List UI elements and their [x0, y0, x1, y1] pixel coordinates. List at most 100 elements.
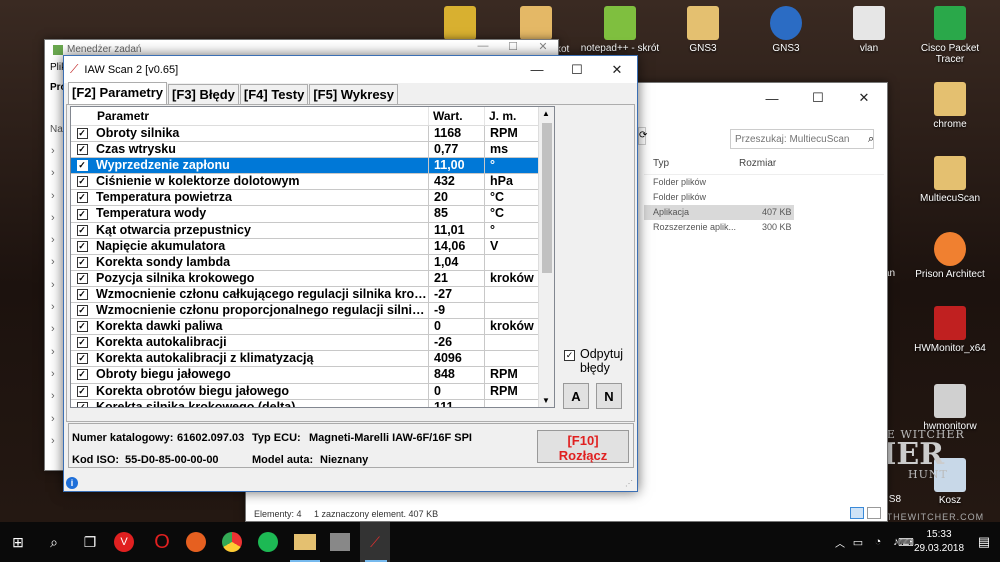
- n-button[interactable]: N: [596, 383, 622, 409]
- tab-bledy[interactable]: [F3] Błędy: [168, 84, 239, 104]
- table-row[interactable]: ✓ Wyprzedzenie zapłonu 11,00 °: [71, 158, 554, 175]
- checkbox-icon[interactable]: ✓: [76, 144, 88, 156]
- checkbox-icon[interactable]: ✓: [76, 128, 88, 140]
- col-jm[interactable]: J. m.: [485, 107, 540, 125]
- desktop-icon-2[interactable]: [496, 6, 576, 43]
- desktop-icon-packet-tracer[interactable]: Cisco Packet Tracer: [910, 6, 990, 65]
- row-checkbox[interactable]: ✓: [71, 335, 93, 350]
- checkbox-icon[interactable]: ✓: [76, 192, 88, 204]
- row-checkbox[interactable]: ✓: [71, 142, 93, 157]
- table-row[interactable]: ✓ Ciśnienie w kolektorze dolotowym 432 hPa: [71, 174, 554, 191]
- desktop-icon-1[interactable]: [420, 6, 500, 43]
- checkbox-icon[interactable]: ✓: [76, 176, 88, 188]
- checkbox-icon[interactable]: ✓: [76, 272, 88, 284]
- desktop-icon-notepadpp[interactable]: notepad++ - skrót: [580, 6, 660, 54]
- row-checkbox[interactable]: ✓: [71, 190, 93, 205]
- table-row[interactable]: ✓ Temperatura powietrza 20 °C: [71, 190, 554, 207]
- desktop-icon-hwmonitorw[interactable]: hwmonitorw: [910, 384, 990, 432]
- table-row[interactable]: ✓ Wzmocnienie członu proporcjonalnego reg…: [71, 303, 554, 320]
- checkbox-icon[interactable]: ✓: [76, 240, 88, 252]
- row-checkbox[interactable]: ✓: [71, 223, 93, 238]
- list-item[interactable]: Folder plików: [644, 175, 884, 190]
- disconnect-button[interactable]: [F10] Rozłącz: [537, 430, 629, 463]
- minimize-button[interactable]: —: [517, 56, 557, 83]
- row-checkbox[interactable]: ✓: [71, 351, 93, 366]
- row-checkbox[interactable]: ✓: [71, 158, 93, 173]
- scroll-up-icon[interactable]: ▲: [542, 109, 550, 118]
- checkbox-icon[interactable]: ✓: [76, 401, 88, 407]
- row-checkbox[interactable]: ✓: [71, 287, 93, 302]
- table-row[interactable]: ✓ Kąt otwarcia przepustnicy 11,01 °: [71, 222, 554, 239]
- col-type[interactable]: Typ: [653, 158, 669, 169]
- table-row[interactable]: ✓ Obroty silnika 1168 RPM: [71, 126, 554, 143]
- col-wart[interactable]: Wart.: [429, 107, 485, 125]
- table-row[interactable]: ✓ Napięcie akumulatora 14,06 V: [71, 238, 554, 255]
- close-button[interactable]: ✕: [597, 56, 637, 83]
- file-explorer-icon[interactable]: [294, 534, 316, 550]
- refresh-icon[interactable]: ⟳: [638, 127, 647, 145]
- table-row[interactable]: ✓ Korekta dawki paliwa 0 kroków: [71, 319, 554, 336]
- list-item[interactable]: Folder plików: [644, 190, 884, 205]
- tiles-view-icon[interactable]: [867, 507, 881, 519]
- row-checkbox[interactable]: ✓: [71, 367, 93, 382]
- row-checkbox[interactable]: ✓: [71, 239, 93, 254]
- a-button[interactable]: A: [563, 383, 589, 409]
- checkbox-icon[interactable]: ✓: [76, 385, 88, 397]
- row-checkbox[interactable]: ✓: [71, 400, 93, 407]
- firefox-icon[interactable]: [186, 532, 206, 552]
- desktop-icon-prison-architect[interactable]: Prison Architect: [910, 232, 990, 280]
- checkbox-icon[interactable]: ✓: [76, 369, 88, 381]
- chrome-icon[interactable]: [222, 532, 242, 552]
- row-checkbox[interactable]: ✓: [71, 126, 93, 141]
- maximize-button[interactable]: ☐: [795, 83, 841, 113]
- close-button[interactable]: ✕: [841, 83, 887, 113]
- clock[interactable]: 15:33 29.03.2018: [910, 528, 968, 556]
- list-item[interactable]: Rozszerzenie aplik... 300 KB: [644, 220, 884, 235]
- opera-icon[interactable]: O: [150, 530, 174, 554]
- vivaldi-icon[interactable]: V: [114, 532, 134, 552]
- row-checkbox[interactable]: ✓: [71, 271, 93, 286]
- search-icon[interactable]: ⌕: [42, 530, 66, 554]
- minimize-button[interactable]: —: [749, 83, 795, 113]
- checkbox-icon[interactable]: ✓: [76, 288, 88, 300]
- table-row[interactable]: ✓ Wzmocnienie członu całkującego regulacj…: [71, 286, 554, 304]
- checkbox-icon[interactable]: ✓: [76, 321, 88, 333]
- app-icon[interactable]: [330, 533, 350, 551]
- row-checkbox[interactable]: ✓: [71, 384, 93, 399]
- scroll-down-icon[interactable]: ▼: [542, 396, 550, 405]
- table-row[interactable]: ✓ Korekta sondy lambda 1,04: [71, 254, 554, 271]
- scrollbar-thumb[interactable]: [542, 123, 552, 273]
- col-size[interactable]: Rozmiar: [739, 158, 776, 169]
- table-row[interactable]: ✓ Korekta autokalibracji -26: [71, 335, 554, 352]
- checkbox-icon[interactable]: ✓: [76, 160, 88, 172]
- notification-icon[interactable]: ▤: [972, 530, 996, 554]
- row-checkbox[interactable]: ✓: [71, 174, 93, 189]
- checkbox-icon[interactable]: ✓: [76, 224, 88, 236]
- list-item[interactable]: Aplikacja 407 KB: [644, 205, 794, 220]
- odpytuj-checkbox[interactable]: ✓ Odpytuj błędy: [564, 347, 636, 375]
- desktop-icon-gns3[interactable]: GNS3: [746, 6, 826, 54]
- checkbox-icon[interactable]: ✓: [76, 337, 88, 349]
- info-icon[interactable]: i: [66, 477, 78, 489]
- row-checkbox[interactable]: ✓: [71, 303, 93, 318]
- iaw-taskbar-icon[interactable]: ⟋: [360, 522, 390, 562]
- resize-grip-icon[interactable]: ⋰: [625, 479, 635, 489]
- table-row[interactable]: ✓ Korekta silnika krokowego (delta) 111: [71, 399, 554, 407]
- spotify-icon[interactable]: [258, 532, 278, 552]
- row-checkbox[interactable]: ✓: [71, 319, 93, 334]
- table-row[interactable]: ✓ Czas wtrysku 0,77 ms: [71, 142, 554, 159]
- tab-parametry[interactable]: [F2] Parametry: [68, 82, 168, 104]
- details-view-icon[interactable]: [850, 507, 864, 519]
- checkbox-icon[interactable]: ✓: [76, 305, 88, 317]
- desktop-icon-hwmonitor-x64[interactable]: HWMonitor_x64: [910, 306, 990, 354]
- task-view-icon[interactable]: ❐: [78, 530, 102, 554]
- checkbox-icon[interactable]: ✓: [76, 256, 88, 268]
- col-parametr[interactable]: Parametr: [93, 107, 429, 125]
- checkbox-icon[interactable]: ✓: [564, 350, 575, 361]
- table-row[interactable]: ✓ Obroty biegu jałowego 848 RPM: [71, 367, 554, 384]
- checkbox-icon[interactable]: ✓: [76, 353, 88, 365]
- table-row[interactable]: ✓ Temperatura wody 85 °C: [71, 206, 554, 223]
- desktop-icon-gns3-folder[interactable]: GNS3: [663, 6, 743, 54]
- desktop-icon-vlan[interactable]: vlan: [829, 6, 909, 54]
- table-row[interactable]: ✓ Korekta obrotów biegu jałowego 0 RPM: [71, 383, 554, 400]
